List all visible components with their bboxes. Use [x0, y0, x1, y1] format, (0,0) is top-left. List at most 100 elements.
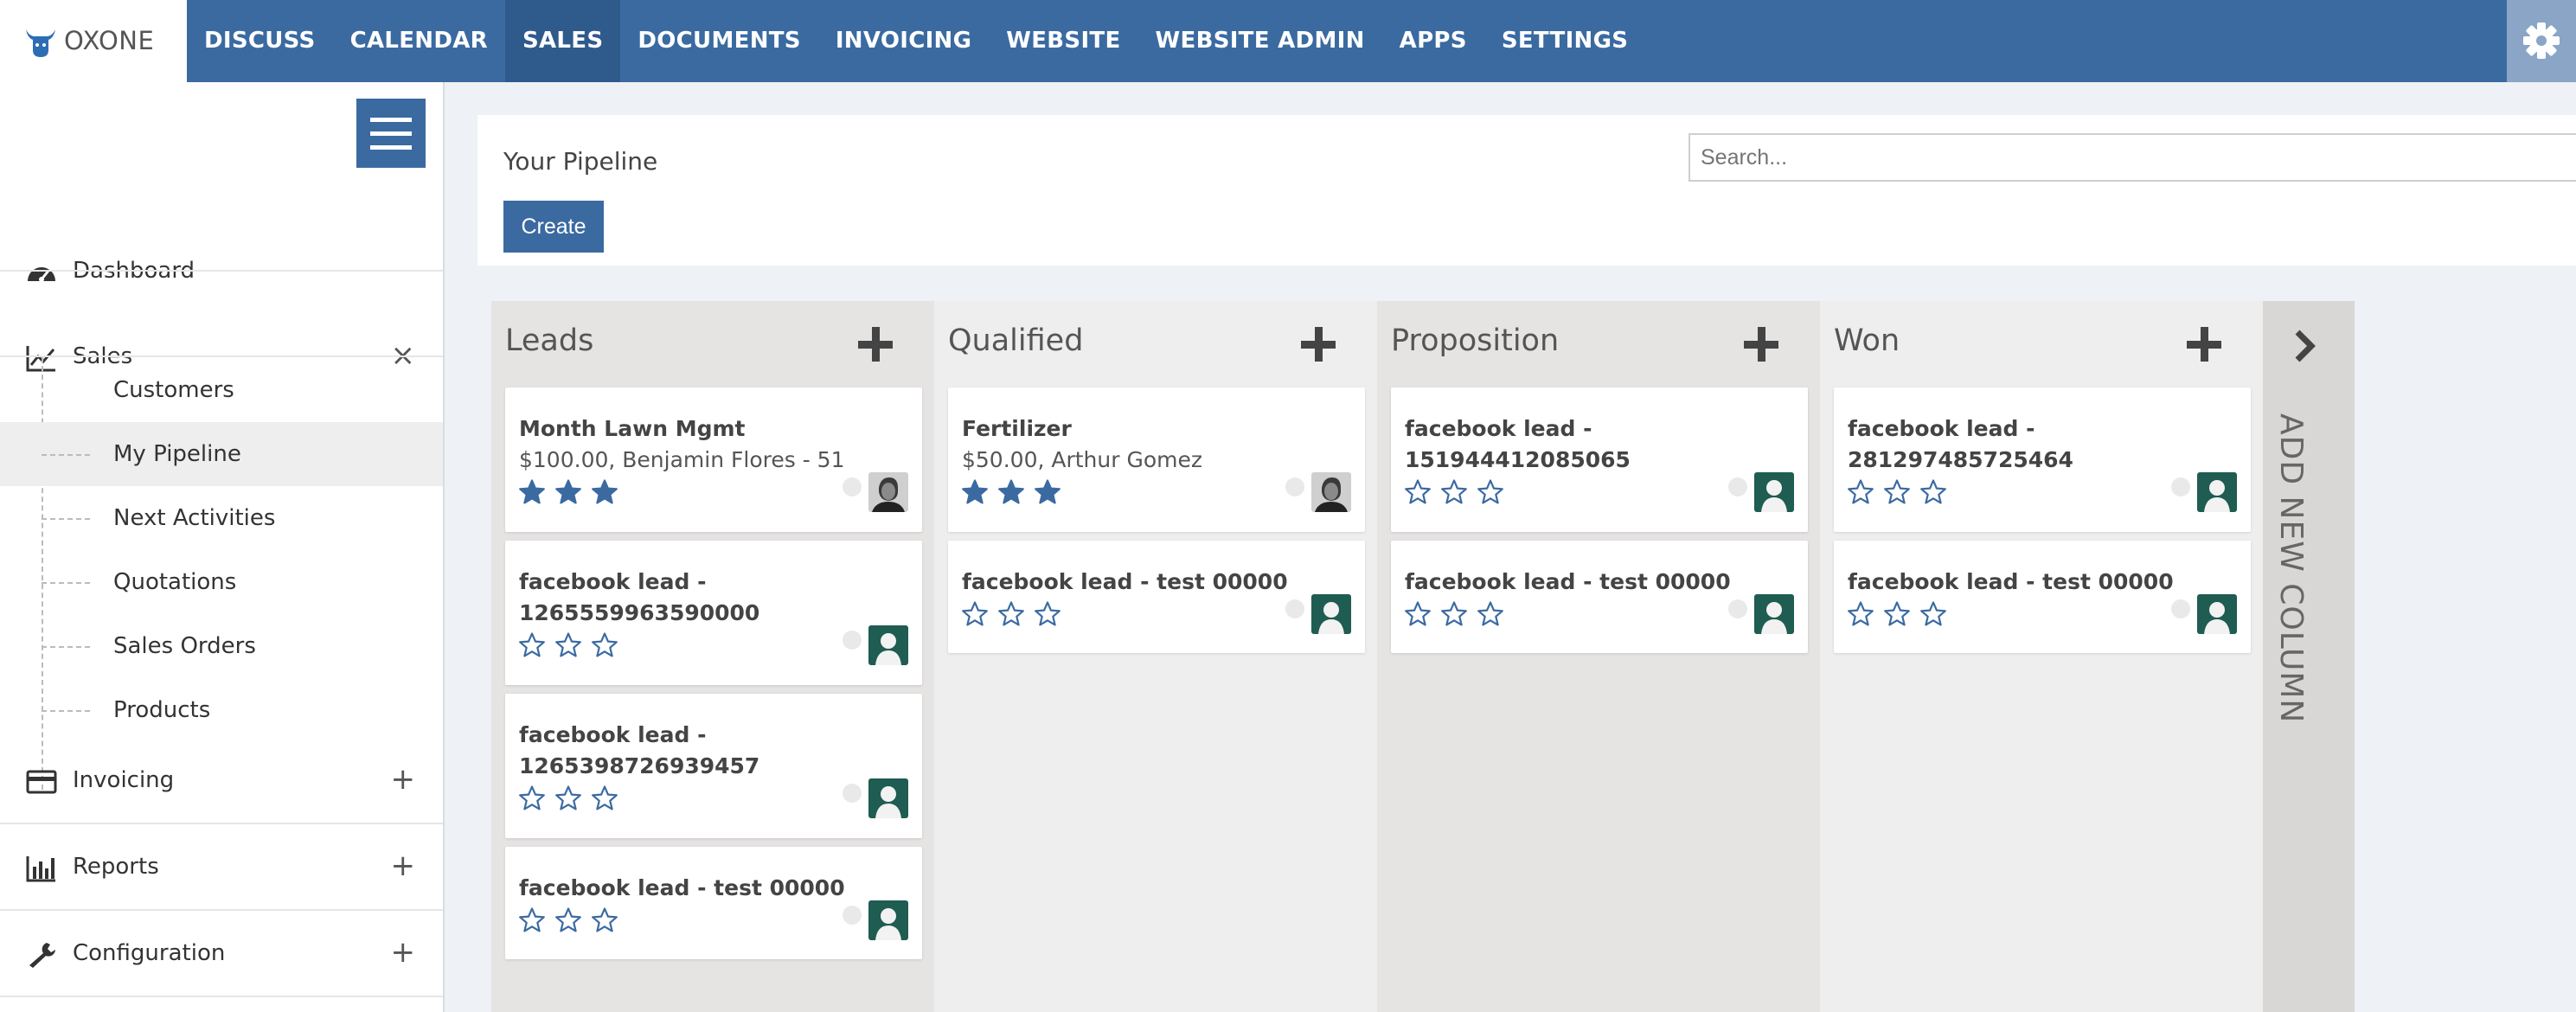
activity-status-dot[interactable]	[1728, 599, 1747, 618]
kanban-card[interactable]: facebook lead - test 00000	[505, 847, 922, 959]
star-outline-icon[interactable]	[592, 632, 618, 658]
star-outline-icon[interactable]	[1884, 601, 1910, 627]
settings-button[interactable]	[2507, 0, 2576, 82]
search-input[interactable]	[1688, 133, 2576, 182]
star-outline-icon[interactable]	[555, 907, 581, 933]
nav-invoicing[interactable]: INVOICING	[818, 0, 989, 82]
star-outline-icon[interactable]	[1441, 601, 1467, 627]
sidebar-item-configuration[interactable]: Configuration +	[0, 912, 443, 998]
priority-stars[interactable]	[1405, 601, 1503, 627]
expand-icon[interactable]: +	[391, 765, 416, 794]
kanban-card[interactable]: facebook lead - 1265559963590000	[505, 541, 922, 685]
sidebar-subitem-my-pipeline[interactable]: My Pipeline	[0, 422, 443, 486]
star-outline-icon[interactable]	[1441, 479, 1467, 505]
star-outline-icon[interactable]	[1920, 479, 1946, 505]
star-outline-icon[interactable]	[519, 785, 545, 811]
star-outline-icon[interactable]	[1405, 479, 1431, 505]
star-outline-icon[interactable]	[555, 632, 581, 658]
star-filled-icon[interactable]	[555, 479, 581, 505]
star-outline-icon[interactable]	[592, 907, 618, 933]
kanban-card[interactable]: facebook lead - 151944412085065	[1391, 388, 1808, 532]
priority-stars[interactable]	[519, 785, 618, 811]
sidebar-item-dashboard[interactable]: Dashboard	[0, 229, 443, 316]
nav-website-admin[interactable]: WEBSITE ADMIN	[1138, 0, 1382, 82]
avatar[interactable]	[1754, 472, 1794, 512]
brand-logo[interactable]: OXONE	[0, 0, 187, 82]
priority-stars[interactable]	[1848, 601, 1946, 627]
nav-apps[interactable]: APPS	[1382, 0, 1484, 82]
priority-stars[interactable]	[519, 907, 618, 933]
activity-status-dot[interactable]	[843, 631, 862, 650]
avatar[interactable]	[1311, 472, 1351, 512]
kanban-card[interactable]: facebook lead - test 00000	[1834, 541, 2251, 653]
activity-status-dot[interactable]	[2171, 599, 2190, 618]
star-outline-icon[interactable]	[519, 907, 545, 933]
kanban-card[interactable]: facebook lead - test 00000	[1391, 541, 1808, 653]
star-outline-icon[interactable]	[1920, 601, 1946, 627]
star-outline-icon[interactable]	[1884, 479, 1910, 505]
avatar[interactable]	[868, 778, 908, 818]
sidebar-subitem-products[interactable]: Products	[0, 678, 443, 742]
star-filled-icon[interactable]	[998, 479, 1024, 505]
add-card-icon[interactable]	[1744, 327, 1778, 362]
priority-stars[interactable]	[962, 601, 1061, 627]
star-outline-icon[interactable]	[1405, 601, 1431, 627]
avatar[interactable]	[868, 900, 908, 940]
nav-calendar[interactable]: CALENDAR	[333, 0, 505, 82]
avatar[interactable]	[1754, 594, 1794, 634]
star-outline-icon[interactable]	[1848, 601, 1874, 627]
star-outline-icon[interactable]	[1477, 479, 1503, 505]
star-outline-icon[interactable]	[519, 632, 545, 658]
add-card-icon[interactable]	[2187, 327, 2221, 362]
star-outline-icon[interactable]	[592, 785, 618, 811]
avatar[interactable]	[868, 625, 908, 665]
kanban-card[interactable]: facebook lead - 281297485725464	[1834, 388, 2251, 532]
priority-stars[interactable]	[519, 479, 618, 505]
star-outline-icon[interactable]	[1848, 479, 1874, 505]
nav-sales[interactable]: SALES	[504, 0, 621, 82]
priority-stars[interactable]	[1405, 479, 1503, 505]
nav-settings[interactable]: SETTINGS	[1484, 0, 1645, 82]
menu-toggle-button[interactable]	[356, 99, 426, 168]
priority-stars[interactable]	[1848, 479, 1946, 505]
avatar[interactable]	[1311, 594, 1351, 634]
star-outline-icon[interactable]	[1035, 601, 1061, 627]
activity-status-dot[interactable]	[843, 784, 862, 803]
sidebar-subitem-customers[interactable]: Customers	[0, 358, 443, 422]
add-card-icon[interactable]	[1301, 327, 1336, 362]
sidebar-item-invoicing[interactable]: Invoicing +	[0, 739, 443, 825]
kanban-card[interactable]: Fertilizer $50.00, Arthur Gomez	[948, 388, 1365, 532]
sidebar-subitem-quotations[interactable]: Quotations	[0, 550, 443, 614]
create-button[interactable]: Create	[503, 201, 604, 253]
avatar[interactable]	[868, 472, 908, 512]
activity-status-dot[interactable]	[1285, 599, 1304, 618]
activity-status-dot[interactable]	[2171, 477, 2190, 496]
star-outline-icon[interactable]	[1477, 601, 1503, 627]
add-new-column-button[interactable]: ADD NEW COLUMN	[2263, 301, 2355, 1012]
nav-website[interactable]: WEBSITE	[989, 0, 1137, 82]
expand-icon[interactable]: +	[391, 851, 416, 881]
star-filled-icon[interactable]	[1035, 479, 1061, 505]
kanban-card[interactable]: facebook lead - test 00000	[948, 541, 1365, 653]
add-card-icon[interactable]	[858, 327, 893, 362]
activity-status-dot[interactable]	[843, 477, 862, 496]
star-filled-icon[interactable]	[592, 479, 618, 505]
sidebar-item-reports[interactable]: Reports +	[0, 825, 443, 912]
activity-status-dot[interactable]	[1728, 477, 1747, 496]
kanban-card[interactable]: facebook lead - 1265398726939457	[505, 694, 922, 838]
sidebar-subitem-sales-orders[interactable]: Sales Orders	[0, 614, 443, 678]
activity-status-dot[interactable]	[843, 906, 862, 925]
star-outline-icon[interactable]	[998, 601, 1024, 627]
activity-status-dot[interactable]	[1285, 477, 1304, 496]
star-outline-icon[interactable]	[555, 785, 581, 811]
avatar[interactable]	[2197, 594, 2237, 634]
star-filled-icon[interactable]	[962, 479, 988, 505]
nav-documents[interactable]: DOCUMENTS	[620, 0, 817, 82]
avatar[interactable]	[2197, 472, 2237, 512]
kanban-card[interactable]: Month Lawn Mgmt $100.00, Benjamin Flores …	[505, 388, 922, 532]
star-outline-icon[interactable]	[962, 601, 988, 627]
priority-stars[interactable]	[962, 479, 1061, 505]
star-filled-icon[interactable]	[519, 479, 545, 505]
priority-stars[interactable]	[519, 632, 618, 658]
expand-icon[interactable]: +	[391, 938, 416, 967]
